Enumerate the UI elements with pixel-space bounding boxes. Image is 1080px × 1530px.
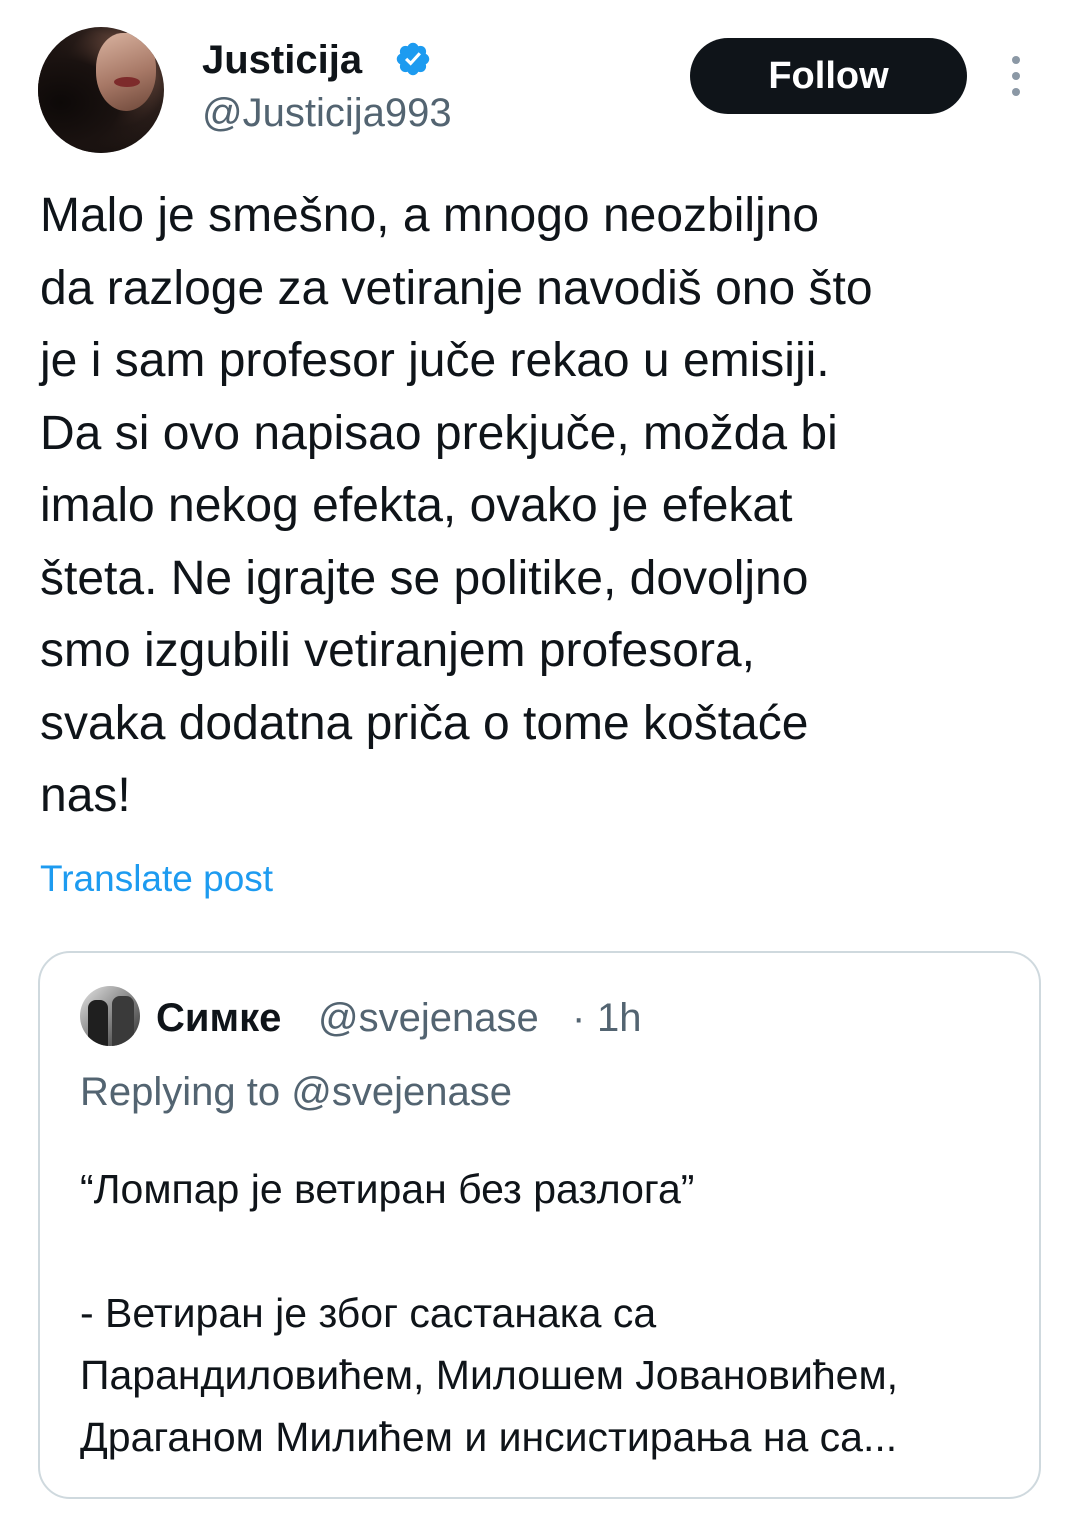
- tweet-body: Malo je smešno, a mnogo neozbiljno da ra…: [40, 189, 873, 822]
- quoted-author-display-name: Симке: [156, 996, 282, 1040]
- quoted-tweet-body: “Ломпар је ветиран без разлога” - Ветира…: [80, 1166, 899, 1460]
- avatar-lips-shape: [114, 77, 140, 87]
- author-avatar[interactable]: [38, 27, 164, 153]
- author-display-name[interactable]: Justicija: [202, 38, 362, 82]
- verified-badge-icon: [396, 42, 430, 76]
- translate-post-link[interactable]: Translate post: [40, 856, 273, 902]
- tweet-header: Justicija @Justicija993 Follow: [0, 0, 1080, 160]
- replying-to-label: Replying to @svejenase: [80, 1070, 512, 1114]
- quoted-author-avatar: [80, 986, 140, 1046]
- quoted-tweet-card[interactable]: Симке @svejenase · 1h Replying to @sveje…: [38, 951, 1041, 1499]
- avatar-face-shape: [96, 33, 156, 111]
- quoted-meta-separator: ·: [572, 996, 586, 1040]
- follow-button[interactable]: Follow: [690, 38, 967, 114]
- author-handle[interactable]: @Justicija993: [202, 90, 452, 136]
- quoted-author-handle: @svejenase: [318, 996, 539, 1040]
- more-vertical-icon[interactable]: [1004, 52, 1028, 100]
- avatar-figure-shape: [112, 996, 134, 1046]
- avatar-figure-shape: [88, 1000, 108, 1046]
- quoted-timestamp: 1h: [597, 996, 642, 1040]
